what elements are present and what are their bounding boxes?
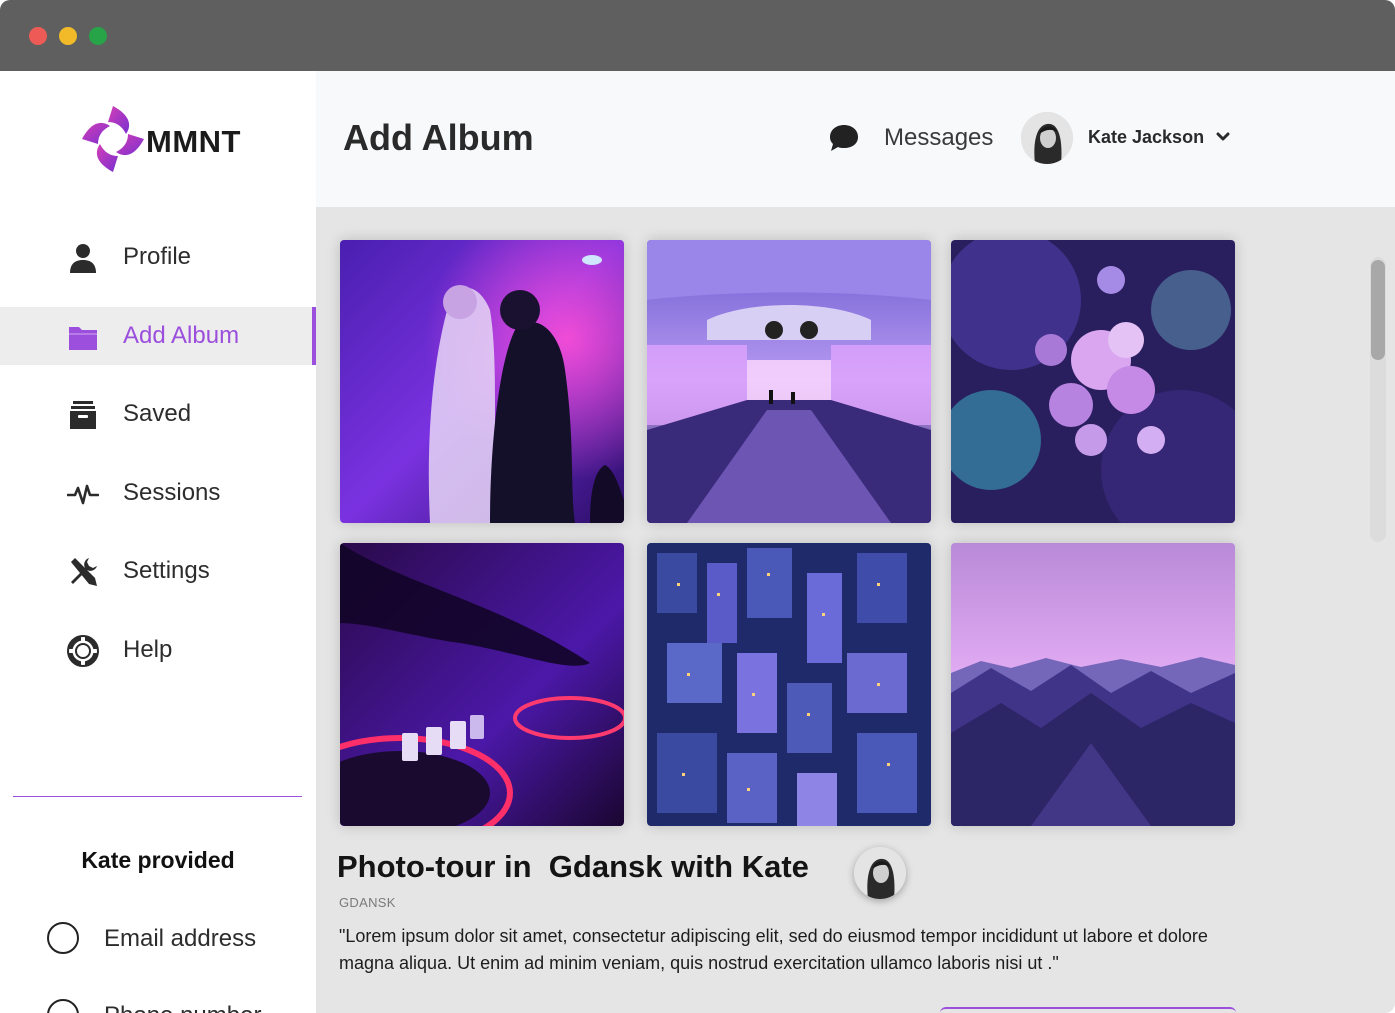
- photo-image: [951, 543, 1235, 826]
- album-title: Photo-tour in Gdansk with Kate: [337, 849, 809, 884]
- sidebar-item-sessions[interactable]: Sessions: [0, 464, 316, 522]
- activity-pulse-icon: [67, 484, 99, 505]
- scrollbar-thumb[interactable]: [1371, 260, 1385, 360]
- photo-image: [951, 240, 1235, 523]
- tools-icon: [71, 558, 97, 586]
- radio-button[interactable]: [47, 922, 79, 954]
- sidebar-item-settings[interactable]: Settings: [0, 542, 316, 600]
- photo-tile[interactable]: [951, 543, 1235, 826]
- sidebar-item-help[interactable]: Help: [0, 621, 316, 679]
- sidebar-item-label: Help: [123, 636, 173, 663]
- sidebar-item-add-album[interactable]: Add Album: [0, 307, 316, 365]
- photo-tile[interactable]: [340, 543, 624, 826]
- radio-label: Email address: [104, 925, 257, 952]
- chevron-down-icon[interactable]: [1216, 131, 1230, 143]
- brand-name: MMNT: [146, 124, 241, 159]
- provided-title: Kate provided: [81, 847, 235, 873]
- app-window: MMNT Profile Add Album Saved Sessions Se…: [0, 0, 1395, 1013]
- photo-image: [647, 240, 931, 523]
- window-titlebar: [0, 0, 1395, 71]
- photo-tile[interactable]: [340, 240, 624, 523]
- photo-image: [647, 543, 931, 826]
- user-avatar[interactable]: [1021, 112, 1073, 164]
- folder-icon: [69, 327, 97, 350]
- action-button[interactable]: [940, 1007, 1236, 1013]
- maximize-window-button[interactable]: [89, 27, 107, 45]
- sidebar-item-label: Saved: [123, 400, 192, 427]
- photo-tile[interactable]: [647, 543, 931, 826]
- close-window-button[interactable]: [29, 27, 47, 45]
- brand-logo[interactable]: MMNT: [78, 104, 248, 174]
- chat-bubble-icon[interactable]: [828, 123, 860, 153]
- sidebar-item-saved[interactable]: Saved: [0, 385, 316, 443]
- minimize-window-button[interactable]: [59, 27, 77, 45]
- sidebar-item-profile[interactable]: Profile: [0, 228, 316, 286]
- lifebuoy-icon: [67, 635, 99, 667]
- user-icon: [70, 244, 96, 273]
- album-location: GDANSK: [339, 895, 396, 910]
- photo-image: [340, 543, 624, 826]
- top-header: Add Album Messages Kate Jackson: [316, 71, 1395, 207]
- photo-tile[interactable]: [647, 240, 931, 523]
- brand-logo-icon: [82, 106, 144, 172]
- sidebar: MMNT Profile Add Album Saved Sessions Se…: [0, 71, 316, 1013]
- sidebar-item-label: Add Album: [123, 322, 240, 349]
- photo-image: [340, 240, 624, 523]
- sidebar-item-label: Settings: [123, 557, 210, 584]
- radio-button[interactable]: [47, 999, 79, 1013]
- avatar-portrait: [1021, 112, 1073, 164]
- album-description: "Lorem ipsum dolor sit amet, consectetur…: [339, 926, 1208, 973]
- sidebar-divider: [13, 796, 302, 797]
- user-name[interactable]: Kate Jackson: [1088, 127, 1204, 148]
- page-title: Add Album: [343, 117, 534, 158]
- album-owner-avatar[interactable]: [854, 847, 906, 899]
- sidebar-item-label: Profile: [123, 243, 192, 270]
- photo-tile[interactable]: [951, 240, 1235, 523]
- sidebar-item-label: Sessions: [123, 479, 221, 506]
- archive-box-icon: [70, 401, 96, 429]
- album-content: Photo-tour in Gdansk with Kate GDANSK "L…: [316, 207, 1395, 1013]
- messages-link[interactable]: Messages: [884, 124, 993, 152]
- avatar-portrait: [854, 847, 906, 899]
- radio-label: Phone number: [104, 1002, 261, 1013]
